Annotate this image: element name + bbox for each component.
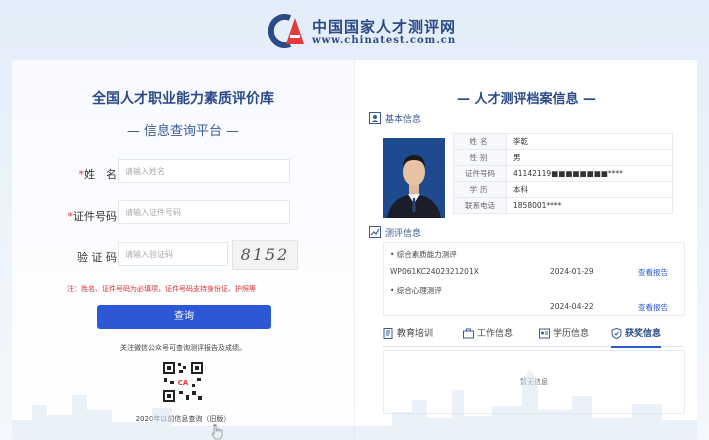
evaluation-code: WP061KC2402321201X [390, 267, 479, 276]
captcha-image[interactable]: 8152 [232, 240, 298, 270]
basic-info-table: 姓名 李乾 性别男 证件号码 41142119■■■■■■■■**** 学历 本科 联… [453, 133, 673, 214]
document-icon [383, 328, 393, 339]
profile-title: — 人才测评档案信息 — [456, 92, 597, 107]
table-row: 证件号码 41142119■■■■■■■■**** [453, 165, 673, 182]
main-card: 全国人才职业能力素质评价库 — 信息查询平台 — *姓 名： 请输入姓名 *证件… [12, 60, 697, 440]
shield-check-icon [611, 327, 622, 340]
view-report-link[interactable]: 查看报告 [638, 267, 668, 278]
brand-url: www.chinatest.com.cn [312, 35, 457, 46]
tab-award-info[interactable]: 获奖信息 [611, 326, 662, 348]
tab-education-training[interactable]: 教育培训 [383, 326, 433, 346]
briefcase-icon [463, 328, 474, 339]
tab-work-info[interactable]: 工作信息 [463, 326, 513, 346]
tab-education-info[interactable]: 学历信息 [539, 326, 589, 346]
chart-icon [369, 226, 381, 238]
site-header: 中国国家人才测评网 www.chinatest.com.cn [0, 0, 709, 60]
evaluation-name: • 综合心理测评 [390, 286, 442, 295]
required-note: 注：姓名、证件号码为必填项，证件号码支持身份证、护照等 [67, 285, 256, 293]
evaluation-name: • 综合素质能力测评 [390, 250, 457, 259]
basic-info-heading: 基本信息 [385, 115, 422, 125]
table-row: 性别男 [453, 149, 673, 166]
info-tabs: 教育培训 工作信息 学历信息 获奖信息 [383, 326, 683, 348]
captcha-label: 验 证 码： [77, 251, 128, 264]
database-title: 全国人才职业能力素质评价库 [92, 91, 274, 107]
evaluation-heading: 测评信息 [385, 229, 422, 239]
empty-state-text: 暂无信息 [520, 378, 548, 386]
svg-text:CA: CA [178, 379, 189, 387]
platform-subtitle: — 信息查询平台 — [126, 124, 240, 139]
id-number-input[interactable]: 请输入证件号码 [118, 200, 290, 224]
name-label: *姓 名： [78, 168, 129, 181]
table-row: 学历 本科 [453, 181, 673, 198]
evaluation-list: • 综合素质能力测评 WP061KC2402321201X 2024-01-29… [383, 242, 685, 316]
query-panel: 全国人才职业能力素质评价库 — 信息查询平台 — *姓 名： 请输入姓名 *证件… [12, 60, 354, 440]
award-info-content: 暂无信息 [383, 350, 685, 414]
profile-panel: — 人才测评档案信息 — 基本信息 姓名 李乾 性别男 证件号码 41142119■… [354, 60, 697, 440]
applicant-photo [383, 138, 445, 218]
hand-cursor-icon [211, 424, 223, 440]
person-card-icon [369, 112, 381, 124]
wechat-qr-code: CA [161, 360, 205, 404]
old-version-link[interactable]: 2020年以前信息查询（旧版） [12, 414, 354, 424]
wechat-hint: 关注微信公众号可查询测评报告及成绩。 [120, 344, 246, 352]
table-row: 姓名 李乾 [453, 133, 673, 150]
table-row: 联系电话 1858001**** [453, 197, 673, 214]
evaluation-date: 2024-01-29 [550, 267, 594, 276]
name-input[interactable]: 请输入姓名 [118, 159, 290, 183]
query-button[interactable]: 查询 [97, 305, 271, 329]
id-card-icon [539, 328, 550, 339]
chinatest-logo-icon [268, 14, 304, 48]
brand-name: 中国国家人才测评网 [312, 18, 457, 36]
view-report-link[interactable]: 查看报告 [638, 302, 668, 313]
captcha-input[interactable]: 请输入验证码 [118, 242, 228, 266]
id-number-label: *证件号码： [67, 210, 129, 223]
evaluation-date: 2024-04-22 [550, 302, 594, 311]
